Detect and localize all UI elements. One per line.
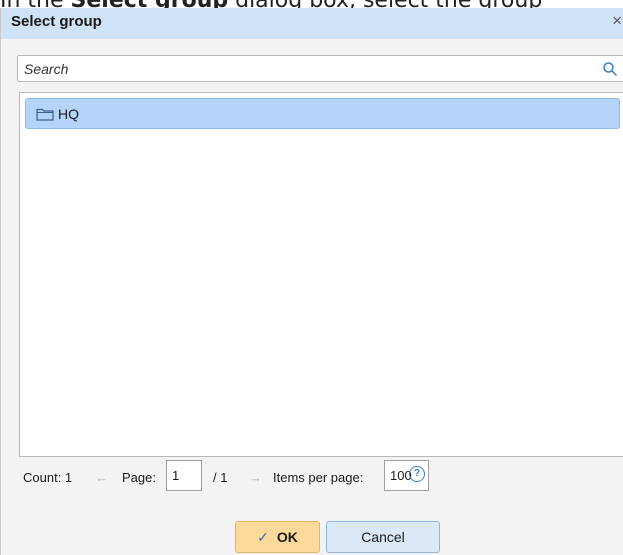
search-input[interactable]	[18, 56, 590, 81]
count-label: Count: 1	[23, 470, 73, 485]
group-list: HQ	[19, 92, 623, 457]
folder-icon	[36, 108, 54, 121]
list-item[interactable]: HQ	[25, 98, 620, 129]
ok-button-label: OK	[276, 529, 298, 545]
items-per-page-label: Items per page:	[273, 470, 364, 485]
page-total: / 1	[213, 470, 228, 485]
help-icon[interactable]: ?	[409, 466, 425, 482]
close-icon[interactable]: ×	[612, 11, 622, 31]
ok-button[interactable]: ✓ OK	[235, 521, 320, 553]
cancel-button[interactable]: Cancel	[326, 521, 440, 553]
cancel-button-label: Cancel	[361, 529, 405, 545]
page-input[interactable]: 1	[166, 460, 202, 491]
dialog-titlebar: Select group ×	[1, 8, 623, 39]
list-item-label: HQ	[58, 106, 79, 122]
search-icon[interactable]	[602, 61, 618, 77]
search-box	[17, 55, 623, 82]
next-page-icon[interactable]: →	[249, 470, 262, 485]
checkmark-icon: ✓	[257, 528, 269, 545]
select-group-dialog: Select group × HQ Count: 1 ← Page: 1 / 1…	[0, 8, 623, 555]
dialog-title: Select group	[11, 13, 102, 30]
page-label: Page:	[122, 470, 156, 485]
previous-page-icon[interactable]: ←	[95, 470, 108, 485]
